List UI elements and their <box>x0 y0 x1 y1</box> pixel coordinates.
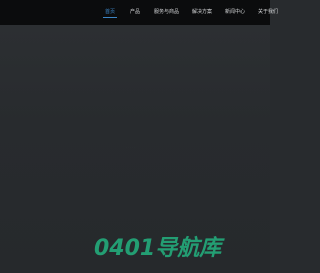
nav-item-solutions[interactable]: 解决方案 <box>192 9 212 15</box>
nav-item-products[interactable]: 产品 <box>130 9 140 15</box>
top-navigation-bar: 首页 产品 服务与商品 解决方案 新闻中心 关于我们 <box>0 0 278 25</box>
nav-item-home[interactable]: 首页 <box>102 9 118 18</box>
main-nav: 首页 产品 服务与商品 解决方案 新闻中心 关于我们 <box>0 0 278 25</box>
site-watermark: 0401导航库 <box>94 236 222 261</box>
nav-item-news[interactable]: 新闻中心 <box>225 9 245 15</box>
nav-item-about[interactable]: 关于我们 <box>258 9 278 15</box>
nav-item-services[interactable]: 服务与商品 <box>154 9 179 15</box>
loading-indicator: · · · · · · <box>126 145 137 149</box>
